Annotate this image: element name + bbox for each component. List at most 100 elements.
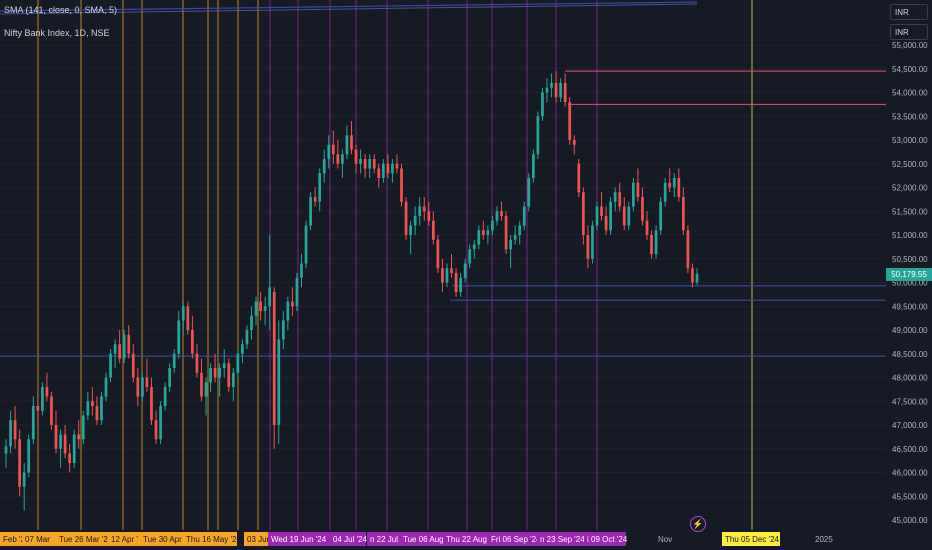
currency-selector-1[interactable]: INR [890,4,928,20]
candle-body [554,83,558,98]
candle-body [363,159,367,169]
candle-body [254,301,258,316]
candle-body [136,377,140,397]
candle-body [413,216,417,226]
price-tick-label: 47,000.00 [892,421,928,430]
candle-body [404,201,408,235]
candle [577,159,581,197]
candle [436,235,440,273]
candle-body [268,287,272,307]
candle [191,315,194,359]
candle-body [522,206,526,226]
price-tick-label: 54,000.00 [892,89,928,98]
currency-selector-2[interactable]: INR [890,24,928,40]
candle [177,311,181,359]
time-axis[interactable]: Feb '2407 Mar Tue 26 Mar '2412 Apr ' Tue 3… [0,530,932,550]
candle [695,268,699,285]
candle [113,339,117,368]
lightning-icon[interactable]: ⚡ [690,516,706,532]
indicator-legend[interactable]: SMA (141, close, 0, SMA, 5) [4,5,117,15]
candle [477,225,481,250]
candle-body [409,225,412,235]
candle-body [113,344,117,354]
candle [354,144,358,174]
candle-body [31,406,35,440]
level-lines [0,70,886,357]
candle [81,410,85,444]
candle [686,225,690,273]
candle-body [672,178,676,188]
candle-body [481,230,485,235]
candle [359,149,362,174]
candle-body [295,277,299,307]
candle [331,130,335,164]
candle-body [668,182,672,188]
price-tick-label: 45,500.00 [892,492,928,501]
candlesticks [4,71,699,511]
time-tick-label: Fri 06 Sep '24 [491,535,541,544]
candle-body [586,235,590,259]
candle-body [72,434,76,463]
candle-body [341,154,344,164]
candle [145,358,149,392]
candle-body [281,320,285,340]
price-axis[interactable]: 45,000.00 45,500.00 46,000.00 46,500.00 47,0… [892,41,928,525]
candle [509,235,512,269]
candle-body [359,159,362,164]
candle [50,391,53,430]
time-tick-label: Thu 22 Aug [446,535,487,544]
price-tick-label: 50,500.00 [892,255,928,264]
candle-body [441,268,444,283]
candle-body [104,377,108,397]
candle-body [222,363,226,368]
candle [59,429,62,468]
candle [677,168,681,202]
candle-body [95,406,99,421]
time-tick-label: 12 Apr ' [111,535,138,544]
candle [313,187,317,207]
candle-body [477,230,481,245]
candle [459,273,462,297]
candle-body [41,387,44,411]
candle [31,396,35,444]
candle-body [277,339,281,425]
candle-body [422,206,426,212]
candle-body [150,387,153,421]
candle [568,97,572,145]
candle-body [322,159,326,174]
candle-body [654,230,658,254]
candle [109,349,112,383]
candle [668,168,672,193]
price-tick-label: 52,000.00 [892,184,928,193]
candle-body [591,225,594,259]
candle [441,258,444,292]
candle [204,377,208,416]
candle-body [172,353,176,368]
candle-body [659,201,662,231]
price-tick-label: 53,500.00 [892,112,928,121]
candle [559,78,562,102]
candle-body [45,387,49,397]
candle-body [204,382,208,397]
candle-body [581,192,585,235]
candle [304,220,308,269]
symbol-legend[interactable]: Nifty Bank Index, 1D, NSE [4,28,110,38]
price-chart[interactable]: 45,000.00 45,500.00 46,000.00 46,500.00 47,0… [0,0,932,550]
candle [550,73,553,98]
candle-body [600,206,603,216]
candle-body [618,192,622,207]
candle-body [386,163,390,174]
candle [518,220,522,245]
candle-body [109,353,112,378]
candle [495,206,499,226]
candle-body [286,301,290,321]
price-tick-label: 51,500.00 [892,207,928,216]
time-tick-label: Thu 16 May '24 [186,535,241,544]
candle-body [622,206,626,226]
time-tick-label: Wed 19 Jun '24 [271,535,327,544]
candle [422,197,426,221]
candle [136,368,140,406]
candle-body [231,372,235,387]
candle-body [445,268,449,283]
candle-body [86,401,90,416]
